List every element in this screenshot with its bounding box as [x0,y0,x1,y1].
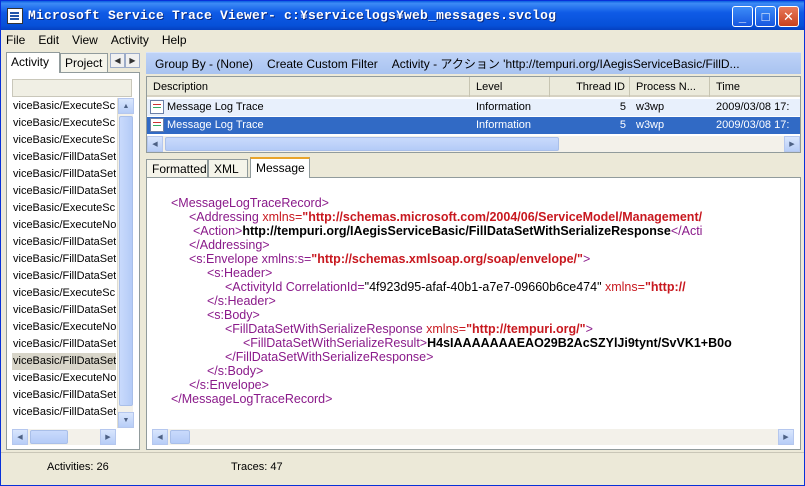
grid-header: Description Level Thread ID Process N...… [147,77,800,97]
message-detail-panel: <MessageLogTraceRecord> <Addressing xmln… [146,177,801,450]
row-process: w3wp [636,101,665,113]
scroll-thumb[interactable] [170,430,190,444]
xml-line: </MessageLogTraceRecord> [171,392,333,406]
table-row[interactable]: Message Log Trace Information 5 w3wp 200… [147,99,800,116]
tab-formatted[interactable]: Formatted [146,159,208,177]
list-item[interactable]: viceBasic/ExecuteSc [12,115,116,132]
column-description[interactable]: Description [147,77,470,97]
list-item[interactable]: viceBasic/ExecuteSc [12,200,116,217]
list-item[interactable]: viceBasic/FillDataSet [12,234,116,251]
create-custom-filter-button[interactable]: Create Custom Filter [267,57,378,71]
scroll-left-icon[interactable]: ◀ [152,429,168,445]
list-item[interactable]: viceBasic/FillDataSet [12,336,116,353]
tab-project[interactable]: Project [60,53,108,72]
list-item[interactable]: viceBasic/FillDataSet [12,251,116,268]
window-controls: _ □ ✕ [732,6,799,27]
scroll-right-icon[interactable]: ▶ [100,429,116,445]
scroll-right-icon[interactable]: ▶ [784,136,800,152]
menu-file[interactable]: File [6,33,25,47]
left-pane: Activity Project ◀ ▶ viceBasic/ExecuteSc… [6,52,140,450]
row-time: 2009/03/08 17: [716,119,790,131]
title-bar[interactable]: Microsoft Service Trace Viewer- c:¥servi… [1,1,804,30]
activity-list[interactable]: viceBasic/ExecuteSc viceBasic/ExecuteSc vi… [12,98,116,428]
row-process: w3wp [636,119,665,131]
detail-horizontal-scrollbar[interactable]: ◀ ▶ [152,429,794,445]
list-item[interactable]: viceBasic/FillDataSet [12,404,116,421]
scroll-thumb[interactable] [165,137,559,151]
activity-vertical-scrollbar[interactable]: ▲ ▼ [117,98,134,428]
message-log-icon [150,118,164,132]
trace-viewer-icon [7,7,23,24]
tab-scroll-arrows: ◀ ▶ [110,53,140,68]
activity-panel: viceBasic/ExecuteSc viceBasic/ExecuteSc vi… [6,72,140,450]
column-level[interactable]: Level [470,77,550,97]
tab-xml[interactable]: XML [208,159,248,177]
list-item[interactable]: viceBasic/FillDataSet [12,268,116,285]
message-log-icon [150,100,164,114]
menu-edit[interactable]: Edit [38,33,59,47]
scroll-left-icon[interactable]: ◀ [147,136,163,152]
list-item[interactable]: viceBasic/FillDataSet [12,166,116,183]
status-bar: Activities: 26 Traces: 47 [1,452,804,485]
group-by-dropdown[interactable]: Group By - (None) [155,57,253,71]
row-level: Information [476,101,532,113]
row-thread-id: 5 [619,119,626,131]
row-description: Message Log Trace [167,119,264,131]
tab-message[interactable]: Message [250,157,310,178]
window-title: Microsoft Service Trace Viewer- c:¥servi… [28,8,557,23]
list-item[interactable]: viceBasic/FillDataSet [12,387,116,404]
row-level: Information [476,119,532,131]
activity-horizontal-scrollbar[interactable]: ◀ ▶ [12,429,116,445]
grid-horizontal-scrollbar[interactable]: ◀ ▶ [147,136,800,152]
trace-grid: Description Level Thread ID Process N...… [146,76,801,153]
list-item[interactable]: viceBasic/FillDataSet [12,183,116,200]
menu-activity[interactable]: Activity [111,33,149,47]
scroll-thumb[interactable] [30,430,68,444]
activity-filter-label: Activity - アクション 'http://tempuri.org/IAe… [391,57,740,71]
trace-toolbar: Group By - (None) Create Custom Filter A… [146,52,801,74]
list-item[interactable]: viceBasic/ExecuteNo [12,370,116,387]
row-description: Message Log Trace [167,101,264,113]
left-tab-strip: Activity Project ◀ ▶ [6,52,140,73]
activities-count: Activities: 26 [47,461,109,473]
list-item[interactable]: viceBasic/ExecuteNo [12,319,116,336]
list-item[interactable]: viceBasic/FillDataSet [12,149,116,166]
scroll-thumb[interactable] [119,116,133,406]
list-item[interactable]: viceBasic/ExecuteSc [12,285,116,302]
list-item[interactable]: viceBasic/FillDataSet [12,302,116,319]
app-window: Microsoft Service Trace Viewer- c:¥servi… [0,0,805,486]
minimize-button[interactable]: _ [732,6,753,27]
detail-tab-strip: Formatted XML Message [146,157,801,178]
menu-bar: File Edit View Activity Help [1,30,804,50]
row-time: 2009/03/08 17: [716,101,790,113]
column-process-name[interactable]: Process N... [630,77,710,97]
column-time[interactable]: Time [710,77,800,97]
scroll-up-icon[interactable]: ▲ [118,98,134,114]
scroll-down-icon[interactable]: ▼ [118,412,134,428]
menu-view[interactable]: View [72,33,98,47]
row-thread-id: 5 [619,101,626,113]
maximize-button[interactable]: □ [755,6,776,27]
tab-prev-button[interactable]: ◀ [110,53,125,68]
scroll-left-icon[interactable]: ◀ [12,429,28,445]
scroll-right-icon[interactable]: ▶ [778,429,794,445]
activity-list-header[interactable] [12,79,132,97]
list-item[interactable]: viceBasic/FillDataSet [12,353,116,370]
list-item[interactable]: viceBasic/ExecuteSc [12,98,116,115]
traces-count: Traces: 47 [231,461,283,473]
tab-activity[interactable]: Activity [6,52,60,73]
close-button[interactable]: ✕ [778,6,799,27]
column-thread-id[interactable]: Thread ID [550,77,630,97]
list-item[interactable]: viceBasic/ExecuteNo [12,217,116,234]
list-item[interactable]: viceBasic/ExecuteSc [12,132,116,149]
xml-message-view[interactable]: <MessageLogTraceRecord> <Addressing xmln… [147,178,787,428]
table-row-selected[interactable]: Message Log Trace Information 5 w3wp 200… [147,117,800,134]
menu-help[interactable]: Help [162,33,187,47]
xml-line: <ActivityId CorrelationId="4f923d95-afaf… [225,280,686,294]
tab-next-button[interactable]: ▶ [125,53,140,68]
